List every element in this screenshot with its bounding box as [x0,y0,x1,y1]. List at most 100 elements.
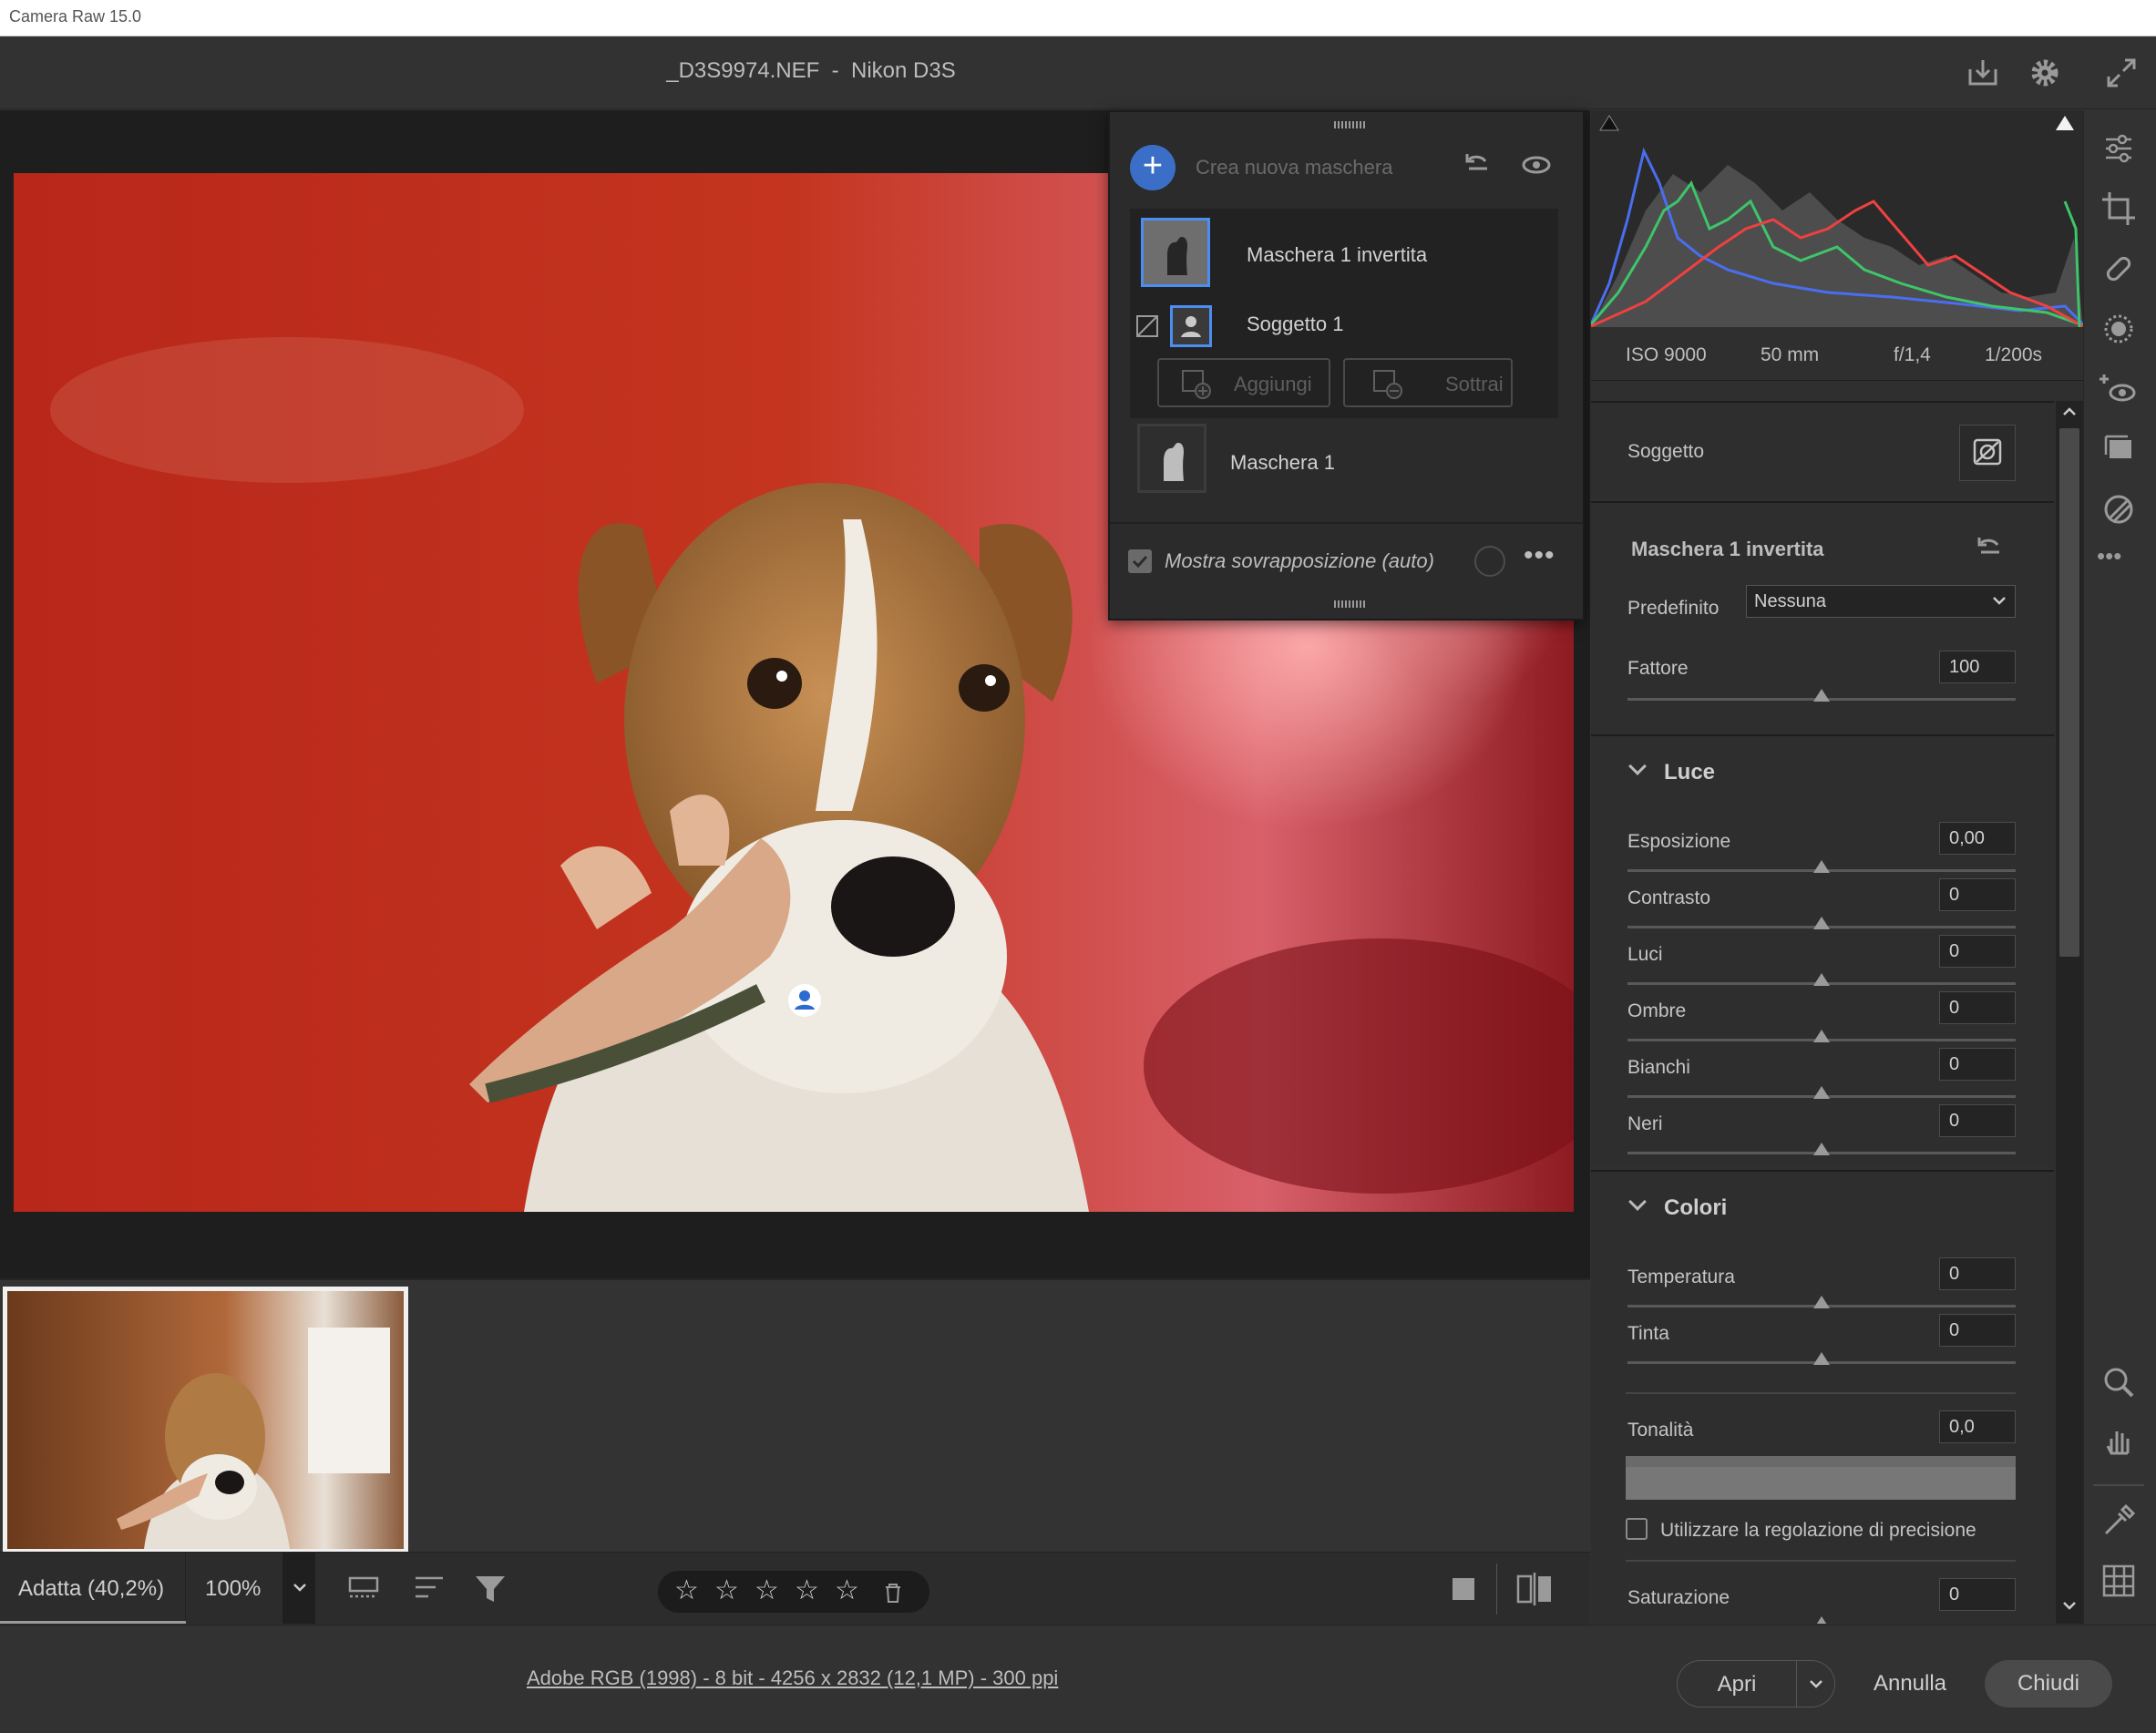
open-options-dropdown[interactable] [1797,1660,1835,1707]
temperature-value[interactable]: 0 [1939,1257,2016,1290]
invert-component-icon[interactable] [1135,314,1159,338]
reset-masks-icon[interactable] [1460,147,1496,183]
workflow-options-link[interactable]: Adobe RGB (1998) - 8 bit - 4256 x 2832 (… [527,1666,1058,1690]
healing-bandage-icon[interactable] [2099,249,2139,289]
hand-icon[interactable] [2099,1422,2139,1462]
more-tools-icon[interactable]: ••• [2097,542,2121,570]
masking-icon[interactable] [2099,309,2139,349]
light-section-title[interactable]: Luce [1664,760,1715,785]
whites-slider-thumb[interactable] [1813,1086,1830,1099]
add-component-button[interactable]: Aggiungi [1157,358,1330,407]
before-after-view-icon[interactable] [1447,1571,1484,1607]
edit-sliders-icon[interactable] [2099,128,2139,169]
highlights-slider-thumb[interactable] [1813,973,1830,986]
color-section-title[interactable]: Colori [1664,1195,1727,1221]
saturation-value[interactable]: 0 [1939,1578,2016,1611]
hue-color-strip[interactable] [1626,1467,2016,1500]
more-options-icon[interactable]: ••• [1524,540,1555,571]
color-collapse-chevron-icon[interactable] [1628,1193,1647,1211]
zoom-100-button[interactable]: 100% [187,1553,282,1624]
fine-adjust-checkbox[interactable] [1626,1518,1648,1540]
snapshots-icon[interactable] [2099,429,2139,469]
contrast-value[interactable]: 0 [1939,878,2016,911]
highlights-value[interactable]: 0 [1939,935,2016,968]
presets-icon[interactable] [2099,489,2139,529]
amount-value[interactable]: 100 [1939,651,2016,683]
tint-label: Tinta [1627,1323,1669,1344]
mask-thumbnail[interactable] [1137,424,1206,493]
saturation-slider-thumb[interactable] [1813,1616,1830,1624]
shadow-clipping-icon[interactable] [1595,110,1624,139]
overlay-checkbox[interactable] [1128,549,1152,573]
edit-scroll-pane[interactable]: Soggetto Maschera 1 invertita Predefinit… [1591,401,2056,1624]
whites-label: Bianchi [1627,1057,1690,1078]
shadows-slider-thumb[interactable] [1813,1030,1830,1042]
blacks-value[interactable]: 0 [1939,1104,2016,1137]
shadows-value[interactable]: 0 [1939,991,2016,1024]
overlay-color-swatch[interactable] [1474,546,1505,577]
fit-zoom-button[interactable]: Adatta (40,2%) [0,1553,186,1624]
tint-value[interactable]: 0 [1939,1314,2016,1347]
subject-pin-icon[interactable] [786,982,823,1019]
filter-funnel-icon[interactable] [472,1571,512,1607]
whites-value[interactable]: 0 [1939,1048,2016,1081]
toggle-overlay-visibility-icon[interactable] [1518,147,1555,183]
cancel-button[interactable]: Annulla [1855,1660,1965,1707]
exposure-value[interactable]: 0,00 [1939,822,2016,855]
highlight-clipping-icon[interactable] [2050,110,2079,139]
mask-item-name[interactable]: Maschera 1 invertita [1247,243,1427,267]
component-item-name[interactable]: Soggetto 1 [1247,313,1343,336]
open-button[interactable]: Apri [1677,1660,1797,1707]
scrollbar-thumb[interactable] [2059,428,2079,957]
subtract-component-button[interactable]: Sottrai [1343,358,1513,407]
panel-bottom-grip[interactable] [1334,600,1365,608]
hue-value[interactable]: 0,0 [1939,1410,2016,1443]
eyedropper-icon[interactable] [2099,1501,2139,1541]
compare-split-icon[interactable] [1514,1571,1555,1607]
light-collapse-chevron-icon[interactable] [1628,757,1647,775]
tint-slider-thumb[interactable] [1813,1352,1830,1365]
mask-item-name-2[interactable]: Maschera 1 [1230,451,1335,475]
star-5-icon[interactable]: ☆ [835,1574,859,1606]
close-button[interactable]: Chiudi [1985,1660,2112,1707]
contrast-slider-thumb[interactable] [1813,917,1830,929]
zoom-100-label: 100% [205,1576,262,1601]
grid-overlay-icon[interactable] [2099,1561,2139,1601]
exposure-label: Esposizione [1627,831,1731,852]
reset-mask-settings-icon[interactable] [1972,530,2008,567]
exif-focal: 50 mm [1761,344,1820,365]
panel-scrollbar[interactable] [2056,401,2083,1624]
star-3-icon[interactable]: ☆ [755,1574,779,1606]
subject-component-thumb[interactable] [1170,305,1212,347]
save-image-icon[interactable] [1963,53,2003,93]
filmstrip-view-icon[interactable] [346,1571,386,1607]
settings-gear-icon[interactable] [2025,53,2065,93]
zoom-chevron-down-icon [293,1584,306,1592]
create-mask-button[interactable]: + [1130,145,1176,190]
document-title: _D3S9974.NEF - Nikon D3S [666,58,956,83]
zoom-icon[interactable] [2099,1362,2139,1402]
filmstrip-thumbnail[interactable] [3,1287,408,1554]
mask-thumbnail-inverted[interactable] [1141,218,1210,287]
star-1-icon[interactable]: ☆ [674,1574,699,1606]
red-eye-icon[interactable] [2099,369,2139,409]
scroll-down-icon[interactable] [2061,1600,2078,1613]
temperature-slider-thumb[interactable] [1813,1296,1830,1308]
exposure-slider-thumb[interactable] [1813,860,1830,873]
color-section: Colori Temperatura 0 Tinta 0 Tonalità 0,… [1591,1170,2054,1624]
sort-icon[interactable] [412,1571,452,1607]
trash-icon[interactable] [880,1580,906,1605]
preset-dropdown[interactable]: Nessuna [1746,585,2016,618]
blacks-slider-thumb[interactable] [1813,1143,1830,1155]
star-4-icon[interactable]: ☆ [795,1574,819,1606]
invert-mask-button[interactable] [1959,425,2016,481]
subtract-component-label: Sottrai [1445,373,1504,395]
zoom-dropdown[interactable] [282,1553,315,1624]
scroll-up-icon[interactable] [2061,405,2078,417]
fullscreen-icon[interactable] [2101,53,2141,93]
crop-icon[interactable] [2099,189,2139,229]
amount-slider-thumb[interactable] [1813,689,1830,702]
star-2-icon[interactable]: ☆ [714,1574,739,1606]
panel-top-grip[interactable] [1334,121,1365,128]
filmstrip [0,1278,1590,1554]
